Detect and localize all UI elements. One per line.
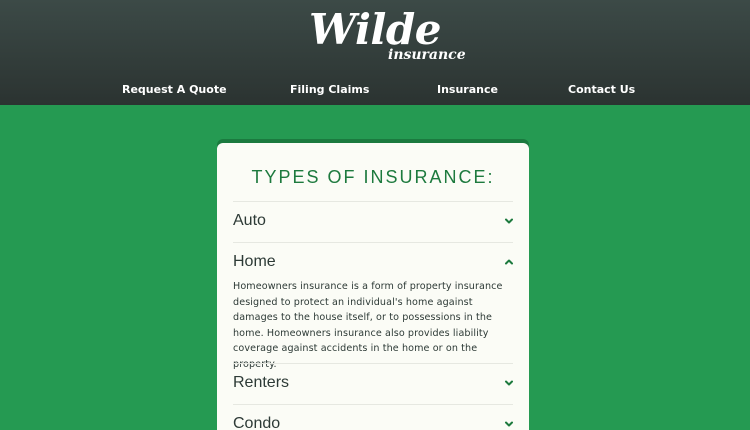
insurance-types-card: TYPES OF INSURANCE: Auto Home Homeowners… bbox=[217, 143, 529, 430]
accordion-label: Auto bbox=[233, 212, 266, 229]
accordion-header-auto[interactable]: Auto bbox=[233, 201, 515, 241]
logo-subtitle: insurance bbox=[388, 47, 466, 63]
chevron-down-icon bbox=[505, 380, 513, 386]
logo[interactable]: Wilde insurance bbox=[0, 5, 750, 64]
card-title: TYPES OF INSURANCE: bbox=[251, 167, 495, 187]
page: Wilde insurance Request A Quote Filing C… bbox=[0, 0, 750, 430]
nav-insurance[interactable]: Insurance bbox=[437, 82, 498, 98]
accordion-header-renters[interactable]: Renters bbox=[233, 363, 515, 403]
accordion-body-home: Homeowners insurance is a form of proper… bbox=[233, 281, 503, 370]
accordion-label: Condo bbox=[233, 415, 281, 430]
nav-filing-claims[interactable]: Filing Claims bbox=[290, 82, 369, 98]
logo-wordmark: Wilde bbox=[309, 5, 441, 54]
main-nav: Request A Quote Filing Claims Insurance … bbox=[0, 82, 750, 100]
accordion-label: Renters bbox=[233, 374, 290, 391]
accordion-header-home[interactable]: Home bbox=[233, 242, 515, 282]
chevron-down-icon bbox=[505, 218, 513, 224]
nav-request-a-quote[interactable]: Request A Quote bbox=[122, 82, 227, 98]
chevron-down-icon bbox=[505, 421, 513, 427]
nav-contact-us[interactable]: Contact Us bbox=[568, 82, 635, 98]
site-header: Wilde insurance Request A Quote Filing C… bbox=[0, 0, 750, 105]
chevron-up-icon bbox=[505, 259, 513, 265]
accordion-label: Home bbox=[233, 253, 276, 270]
accordion-header-condo[interactable]: Condo bbox=[233, 404, 515, 430]
